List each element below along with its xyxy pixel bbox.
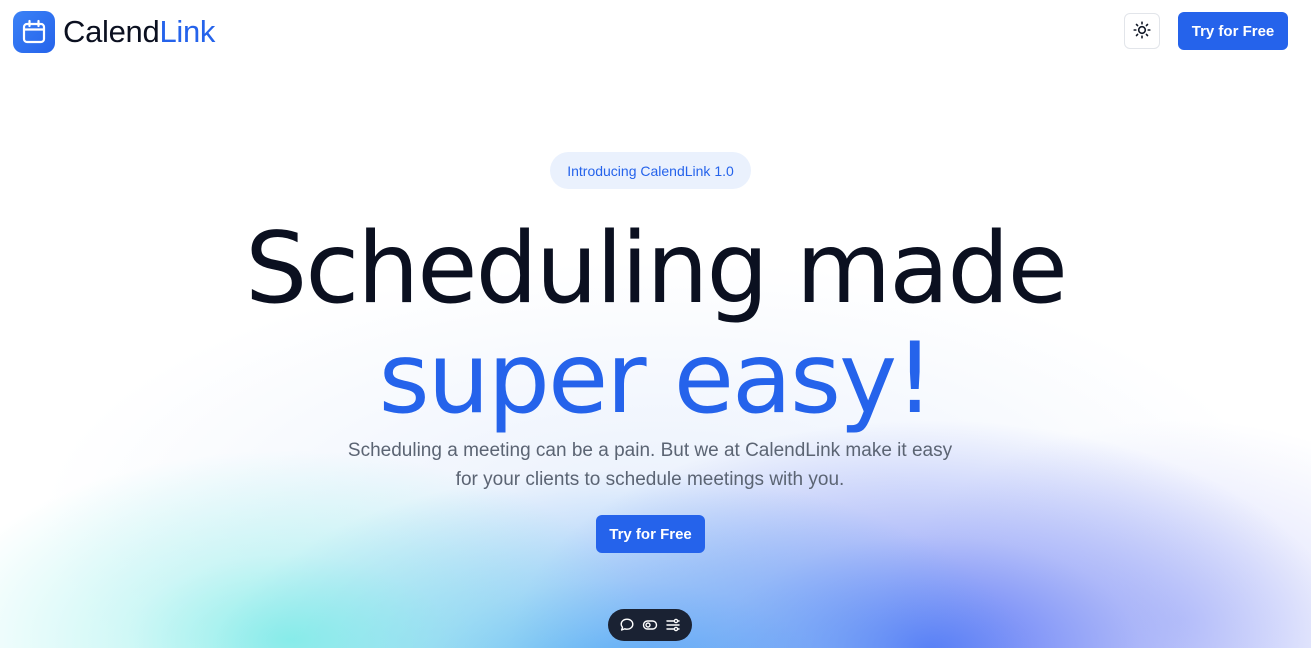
hero-try-free-button[interactable]: Try for Free [596, 515, 705, 553]
sun-icon [1133, 20, 1151, 42]
calendar-icon [13, 11, 55, 53]
brand-name: CalendLink [63, 14, 215, 50]
brand-logo[interactable]: CalendLink [13, 11, 215, 53]
brand-name-part1: Calend [63, 14, 160, 49]
hero-subtext: Scheduling a meeting can be a pain. But … [340, 436, 960, 494]
headline-line1: Scheduling made [245, 212, 1068, 326]
sliders-icon[interactable] [663, 615, 683, 635]
hero-headline: Scheduling made super easy! [0, 214, 1311, 434]
floating-toolbar [608, 609, 692, 641]
headline-line2: super easy! [378, 322, 935, 436]
header-try-free-button[interactable]: Try for Free [1178, 12, 1288, 50]
subtext-line2: for your clients to schedule meetings wi… [455, 469, 845, 490]
site-header: CalendLink Try for Free [0, 0, 1311, 64]
brand-name-part2: Link [159, 14, 216, 49]
theme-toggle-button[interactable] [1124, 13, 1160, 49]
subtext-line1: Scheduling a meeting can be a pain. But … [347, 440, 953, 461]
eye-toggle-icon[interactable] [640, 615, 660, 635]
landing-page: CalendLink Try for Free Introducing Cale… [0, 0, 1311, 648]
announcement-badge[interactable]: Introducing CalendLink 1.0 [550, 152, 751, 189]
chat-bubble-icon[interactable] [617, 615, 637, 635]
